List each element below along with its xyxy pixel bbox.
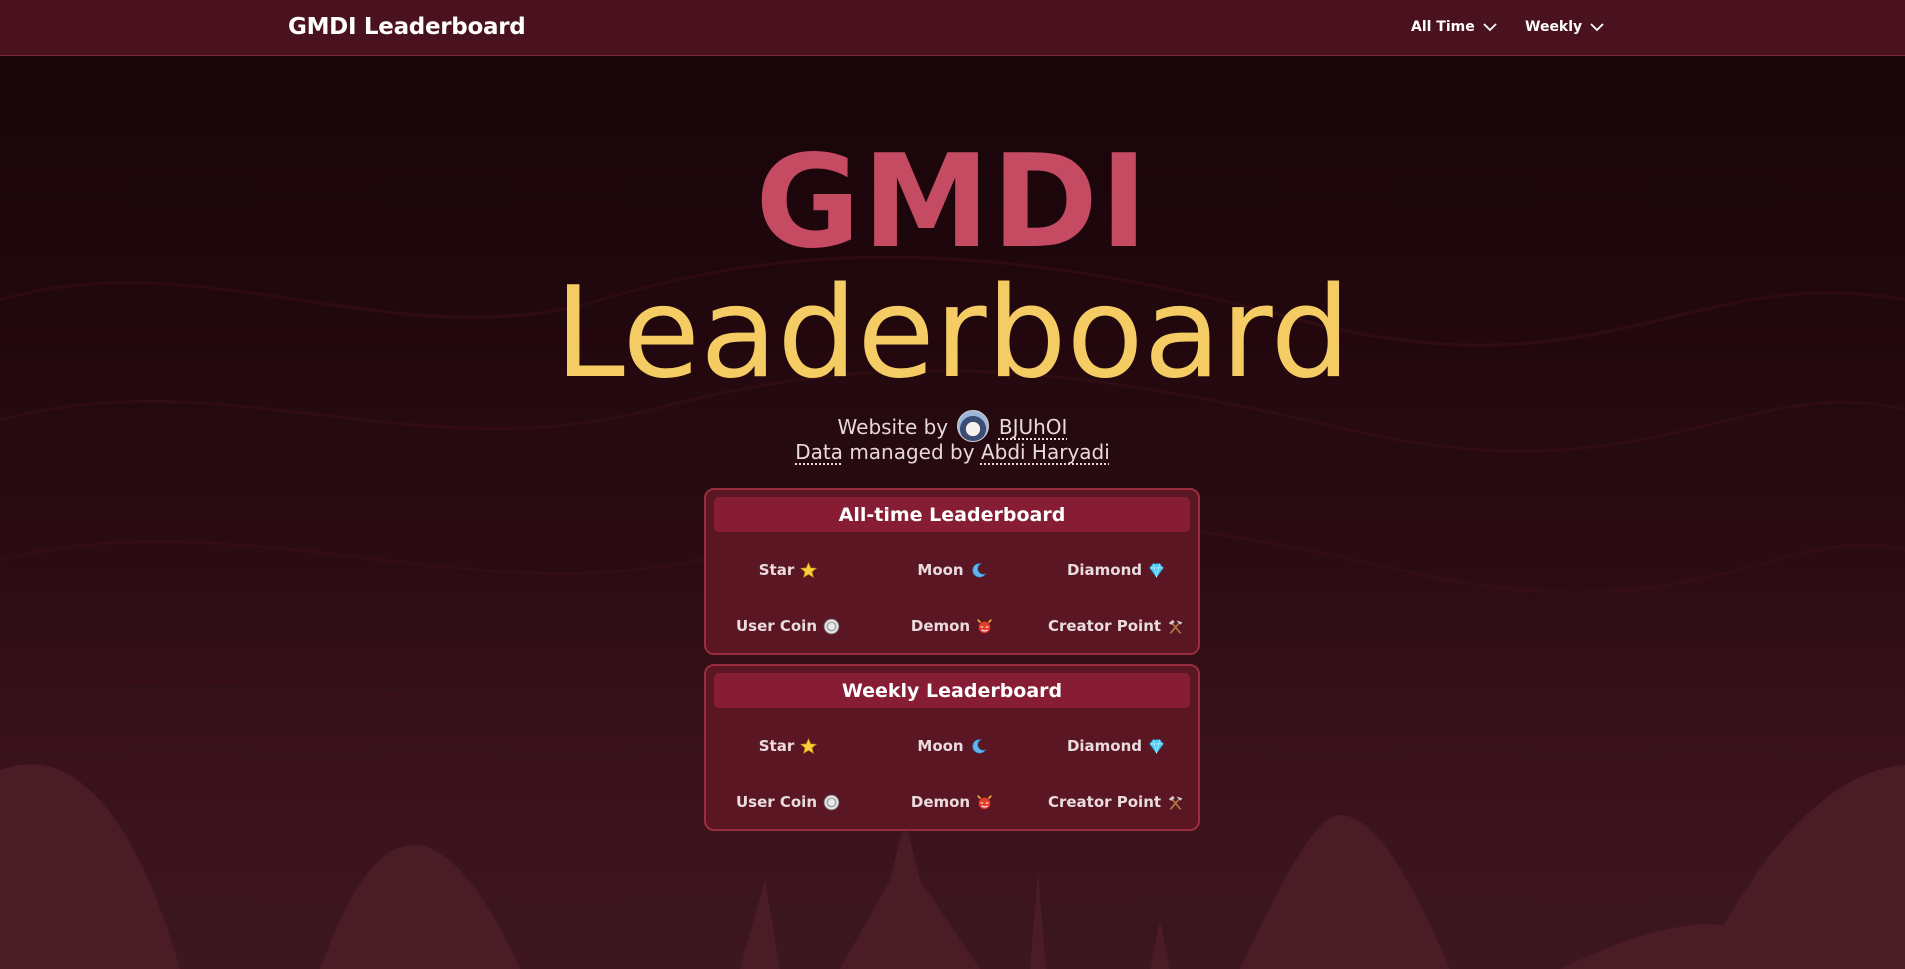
diamond-icon xyxy=(1149,738,1164,754)
weekly-leaderboard-panel: Weekly Leaderboard Star Moon Diamond Use… xyxy=(704,664,1200,831)
hero-title-gmdi: GMDI xyxy=(755,128,1150,277)
hammer-pick-icon xyxy=(1168,619,1183,634)
data-link[interactable]: Data xyxy=(795,440,843,464)
moon-icon xyxy=(972,738,986,753)
moon-icon xyxy=(972,562,986,577)
author-avatar xyxy=(956,410,989,442)
weekly-dropdown[interactable]: Weekly xyxy=(1525,19,1604,35)
category-label: Demon xyxy=(910,793,971,811)
top-navbar: GMDI Leaderboard All Time Weekly xyxy=(0,0,1905,56)
website-credit-prefix: Website by xyxy=(837,415,949,439)
chevron-down-icon xyxy=(1590,22,1604,31)
category-label: Creator Point xyxy=(1047,617,1162,635)
category-user-coin[interactable]: User Coin xyxy=(706,598,870,654)
category-label: Demon xyxy=(910,617,971,635)
author-link[interactable]: BJUhOI xyxy=(999,415,1068,439)
category-grid: Star Moon Diamond User Coin Demon Creato… xyxy=(706,542,1198,654)
demon-icon xyxy=(977,618,993,634)
category-label: User Coin xyxy=(735,793,818,811)
category-label: Diamond xyxy=(1066,561,1143,579)
category-demon[interactable]: Demon xyxy=(870,598,1034,654)
data-manager-link[interactable]: Abdi Haryadi xyxy=(981,440,1110,464)
panel-title: All-time Leaderboard xyxy=(714,497,1190,532)
demon-icon xyxy=(977,794,993,810)
category-label: Creator Point xyxy=(1047,793,1162,811)
category-creator-point[interactable]: Creator Point xyxy=(1034,774,1198,830)
hammer-pick-icon xyxy=(1168,795,1183,810)
data-credit: Data managed by Abdi Haryadi xyxy=(0,440,1905,464)
user-coin-icon xyxy=(823,618,840,634)
weekly-dropdown-label: Weekly xyxy=(1525,19,1583,35)
all-time-dropdown-label: All Time xyxy=(1411,19,1475,35)
star-icon xyxy=(800,561,818,578)
category-demon[interactable]: Demon xyxy=(870,774,1034,830)
hero-title-leaderboard: Leaderboard xyxy=(554,259,1351,406)
category-label: Moon xyxy=(917,737,964,755)
category-label: Star xyxy=(758,737,795,755)
user-coin-icon xyxy=(823,794,840,810)
diamond-icon xyxy=(1149,562,1164,578)
all-time-dropdown[interactable]: All Time xyxy=(1411,19,1497,35)
category-label: Diamond xyxy=(1066,737,1143,755)
category-creator-point[interactable]: Creator Point xyxy=(1034,598,1198,654)
category-label: User Coin xyxy=(735,617,818,635)
category-user-coin[interactable]: User Coin xyxy=(706,774,870,830)
category-star[interactable]: Star xyxy=(706,718,870,774)
category-grid: Star Moon Diamond User Coin Demon Creato… xyxy=(706,718,1198,830)
category-star[interactable]: Star xyxy=(706,542,870,598)
category-label: Moon xyxy=(917,561,964,579)
website-credit: Website by BJUhOI xyxy=(0,410,1905,442)
category-moon[interactable]: Moon xyxy=(870,542,1034,598)
category-diamond[interactable]: Diamond xyxy=(1034,542,1198,598)
navbar-brand[interactable]: GMDI Leaderboard xyxy=(288,14,526,40)
panel-title: Weekly Leaderboard xyxy=(714,673,1190,708)
data-credit-middle: managed by xyxy=(849,440,975,464)
category-diamond[interactable]: Diamond xyxy=(1034,718,1198,774)
category-label: Star xyxy=(758,561,795,579)
chevron-down-icon xyxy=(1483,22,1497,31)
all-time-leaderboard-panel: All-time Leaderboard Star Moon Diamond U… xyxy=(704,488,1200,655)
star-icon xyxy=(800,737,818,754)
category-moon[interactable]: Moon xyxy=(870,718,1034,774)
